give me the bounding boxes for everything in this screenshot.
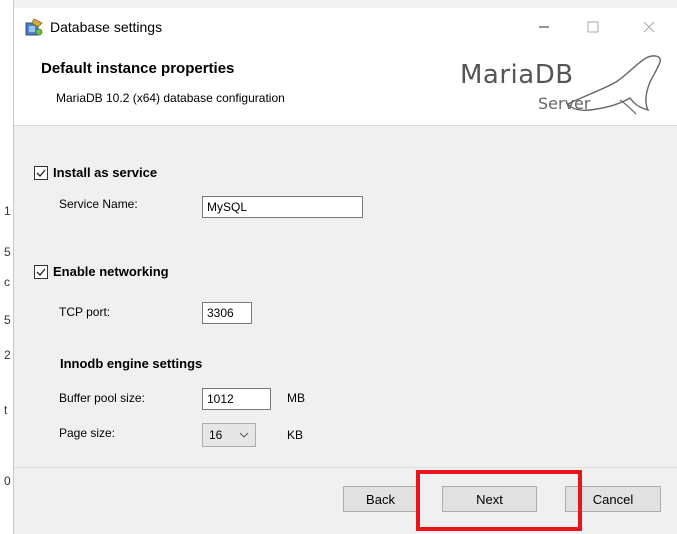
desktop-strip bbox=[0, 0, 677, 8]
page-size-value: 16 bbox=[209, 428, 223, 442]
page-size-unit: KB bbox=[287, 428, 304, 442]
page-size-label: Page size: bbox=[59, 426, 116, 440]
maximize-button[interactable] bbox=[570, 8, 616, 46]
background-text: 0 bbox=[4, 474, 11, 488]
buffer-pool-size-label: Buffer pool size: bbox=[59, 391, 145, 405]
service-name-label: Service Name: bbox=[59, 197, 138, 211]
background-text: t bbox=[4, 403, 8, 417]
seal-icon bbox=[566, 55, 661, 115]
page-title: Default instance properties bbox=[41, 60, 235, 77]
background-text: 2 bbox=[4, 348, 11, 362]
service-name-field[interactable]: MySQL bbox=[202, 196, 363, 218]
background-text: 5 bbox=[4, 313, 11, 327]
minimize-button[interactable] bbox=[521, 8, 567, 46]
background-window-edge: 1 5 c 5 2 t 0 bbox=[0, 0, 14, 534]
install-as-service-row[interactable]: Install as service bbox=[34, 165, 157, 180]
checkmark-icon bbox=[36, 268, 46, 276]
install-as-service-checkbox[interactable] bbox=[34, 165, 48, 180]
title-bar[interactable]: Database settings bbox=[14, 8, 677, 46]
install-as-service-label: Install as service bbox=[53, 165, 158, 180]
installer-icon bbox=[25, 18, 43, 36]
mariadb-logo: MariaDB Server bbox=[460, 52, 670, 122]
back-button[interactable]: Back bbox=[343, 486, 418, 512]
minimize-icon bbox=[539, 26, 549, 28]
background-text: c bbox=[4, 275, 10, 289]
close-button[interactable] bbox=[626, 8, 672, 46]
enable-networking-label: Enable networking bbox=[53, 264, 169, 279]
background-text: 1 bbox=[4, 204, 11, 218]
maximize-icon bbox=[587, 21, 599, 33]
innodb-section-title: Innodb engine settings bbox=[60, 356, 203, 371]
page-size-select[interactable]: 16 bbox=[202, 423, 256, 447]
close-icon bbox=[643, 21, 655, 33]
window-title: Database settings bbox=[50, 19, 163, 35]
buffer-pool-unit: MB bbox=[287, 391, 305, 405]
enable-networking-row[interactable]: Enable networking bbox=[34, 264, 169, 279]
buffer-pool-size-field[interactable]: 1012 bbox=[202, 388, 271, 410]
page-subtitle: MariaDB 10.2 (x64) database configuratio… bbox=[56, 91, 285, 105]
background-text: 5 bbox=[4, 245, 11, 259]
tcp-port-label: TCP port: bbox=[59, 305, 111, 319]
footer-divider bbox=[14, 467, 677, 468]
enable-networking-checkbox[interactable] bbox=[34, 264, 48, 279]
chevron-down-icon bbox=[239, 432, 249, 438]
tcp-port-field[interactable]: 3306 bbox=[202, 302, 252, 324]
checkmark-icon bbox=[36, 169, 46, 177]
database-settings-dialog: Database settings Default instance prope… bbox=[14, 8, 677, 534]
dialog-header: Default instance properties MariaDB 10.2… bbox=[14, 46, 677, 126]
cancel-button[interactable]: Cancel bbox=[565, 486, 661, 512]
next-button[interactable]: Next bbox=[442, 486, 537, 512]
